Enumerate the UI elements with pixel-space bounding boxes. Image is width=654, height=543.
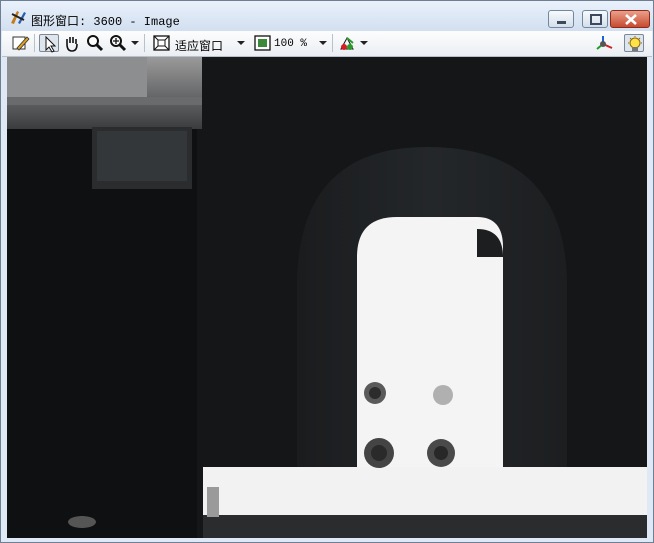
minimize-button[interactable] [548, 10, 574, 28]
zoom-level-icon[interactable] [253, 34, 273, 52]
fit-mode-label[interactable]: 适应窗口 [175, 37, 223, 54]
image-canvas[interactable] [7, 57, 647, 538]
window-title: 图形窗口: 3600 - Image [31, 15, 180, 29]
zoom-icon[interactable] [85, 34, 105, 52]
fit-mode-dropdown-arrow[interactable] [237, 41, 245, 45]
minimize-icon [557, 21, 566, 24]
zoom-in-icon[interactable] [108, 34, 128, 52]
camera-image [7, 57, 647, 538]
zoom-level-dropdown-arrow[interactable] [319, 41, 327, 45]
color-dropdown-arrow[interactable] [360, 41, 368, 45]
fit-window-icon[interactable] [152, 34, 172, 52]
pan-hand-icon[interactable] [62, 34, 82, 52]
restore-icon [590, 14, 602, 25]
toolbar: 适应窗口 100 % [2, 31, 652, 57]
graphics-window: 图形窗口: 3600 - Image 适应窗口 100 % [0, 0, 654, 543]
edit-icon[interactable] [11, 34, 31, 52]
close-icon [625, 14, 637, 25]
zoom-dropdown-arrow[interactable] [131, 41, 139, 45]
color-picker-icon[interactable] [338, 34, 358, 52]
maximize-button[interactable] [582, 10, 608, 28]
close-button[interactable] [610, 10, 650, 28]
axis-3d-icon[interactable] [595, 34, 615, 52]
app-icon [9, 9, 27, 25]
pointer-icon[interactable] [39, 34, 59, 53]
title-bar[interactable]: 图形窗口: 3600 - Image [1, 1, 653, 31]
light-bulb-icon[interactable] [624, 34, 644, 52]
zoom-level-label[interactable]: 100 % [274, 38, 307, 50]
